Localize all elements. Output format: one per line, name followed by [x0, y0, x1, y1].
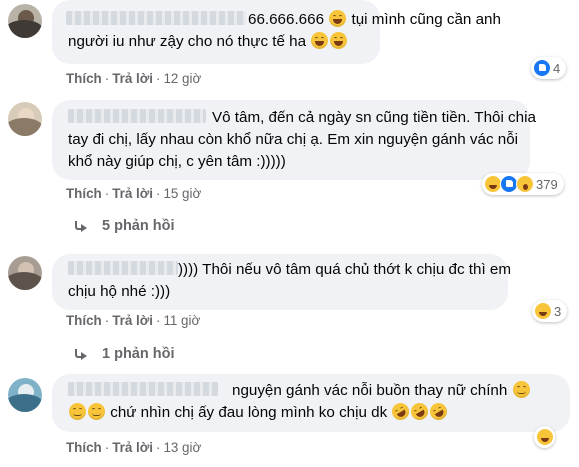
- view-replies-button[interactable]: 5 phản hồi: [74, 218, 175, 234]
- separator: ·: [155, 186, 161, 201]
- comment-text-line2: người iu như zậy cho nó thực tế ha: [68, 33, 307, 50]
- relieved-emoji-icon: [88, 403, 105, 420]
- commenter-name[interactable]: [66, 11, 246, 25]
- laughing-emoji-icon: [329, 10, 347, 27]
- separator: ·: [155, 440, 161, 455]
- comment-text-line1: )))) Thôi nếu vô tâm quá chủ thớt k chịu…: [178, 261, 511, 278]
- reaction-summary[interactable]: 3: [532, 300, 568, 322]
- commenter-name[interactable]: [68, 382, 218, 396]
- comment-text-line1: tụi mình cũng cần anh: [351, 11, 501, 28]
- haha-reaction-icon: [536, 428, 554, 446]
- like-button[interactable]: Thích: [66, 186, 102, 201]
- wow-reaction-icon: [516, 175, 534, 193]
- reaction-count: 379: [536, 176, 558, 192]
- separator: ·: [104, 440, 110, 455]
- comment-actions: Thích · Trả lời · 12 giờ: [66, 71, 201, 86]
- view-replies-button[interactable]: 1 phản hồi: [74, 346, 175, 362]
- separator: ·: [104, 186, 110, 201]
- avatar[interactable]: [8, 4, 42, 38]
- comment-number: 66.666.666: [248, 11, 325, 28]
- comment-text-line2: chịu hộ nhé :))): [68, 283, 171, 300]
- like-button[interactable]: Thích: [66, 71, 102, 86]
- comment-bubble: nguyện gánh vác nỗi buồn thay nữ chính c…: [52, 374, 570, 432]
- relieved-emoji-icon: [512, 381, 530, 398]
- replies-label: 1 phản hồi: [102, 346, 175, 362]
- comment-bubble: 66.666.666 tụi mình cũng cần anh người i…: [52, 0, 501, 64]
- laughing-emoji-icon: [311, 32, 329, 49]
- reply-arrow-icon: [74, 349, 88, 360]
- reaction-summary[interactable]: [534, 426, 555, 448]
- comment-text-line1: nguyện gánh vác nỗi buồn thay nữ chính: [232, 382, 508, 399]
- comment-text-line2: tay đi chị, lấy nhau còn khổ nữa chị ạ. …: [68, 131, 519, 148]
- reaction-summary[interactable]: 4: [531, 57, 567, 79]
- timestamp[interactable]: 15 giờ: [163, 186, 201, 201]
- avatar[interactable]: [8, 102, 42, 136]
- comment-actions: Thích · Trả lời · 13 giờ: [66, 440, 201, 455]
- comment-actions: Thích · Trả lời · 11 giờ: [66, 313, 200, 328]
- comment-text-line1: Vô tâm, đến cả ngày sn cũng tiền tiền. T…: [212, 109, 536, 126]
- reply-button[interactable]: Trả lời: [112, 313, 153, 328]
- rolling-laughing-emoji-icon: [427, 399, 451, 424]
- avatar[interactable]: [8, 378, 42, 412]
- separator: ·: [155, 313, 161, 328]
- timestamp[interactable]: 13 giờ: [163, 440, 201, 455]
- timestamp[interactable]: 11 giờ: [163, 313, 200, 328]
- comment-bubble: )))) Thôi nếu vô tâm quá chủ thớt k chịu…: [52, 254, 511, 310]
- reply-button[interactable]: Trả lời: [112, 186, 153, 201]
- rolling-laughing-emoji-icon: [408, 399, 432, 424]
- reply-button[interactable]: Trả lời: [112, 71, 153, 86]
- reaction-summary[interactable]: 379: [482, 173, 564, 195]
- like-button[interactable]: Thích: [66, 440, 102, 455]
- comment-bubble: Vô tâm, đến cả ngày sn cũng tiền tiền. T…: [52, 100, 536, 180]
- commenter-name[interactable]: [68, 109, 206, 123]
- reply-arrow-icon: [74, 221, 88, 232]
- separator: ·: [104, 71, 110, 86]
- laughing-emoji-icon: [330, 32, 348, 49]
- replies-label: 5 phản hồi: [102, 218, 175, 234]
- haha-reaction-icon: [534, 302, 552, 320]
- separator: ·: [104, 313, 110, 328]
- comment-text-line3: khổ này giúp chị, c yên tâm :))))): [68, 153, 286, 170]
- like-button[interactable]: Thích: [66, 313, 102, 328]
- relieved-emoji-icon: [69, 403, 86, 420]
- comment-actions: Thích · Trả lời · 15 giờ: [66, 186, 201, 201]
- commenter-name[interactable]: [68, 261, 178, 275]
- avatar[interactable]: [8, 256, 42, 290]
- reply-button[interactable]: Trả lời: [112, 440, 153, 455]
- reaction-count: 4: [553, 60, 561, 76]
- rolling-laughing-emoji-icon: [389, 399, 413, 424]
- like-reaction-icon: [533, 59, 551, 77]
- separator: ·: [155, 71, 161, 86]
- reaction-count: 3: [554, 303, 562, 319]
- timestamp[interactable]: 12 giờ: [163, 71, 201, 86]
- comment-text-line2: chứ nhìn chị ấy đau lòng mình ko chịu dk: [110, 404, 388, 421]
